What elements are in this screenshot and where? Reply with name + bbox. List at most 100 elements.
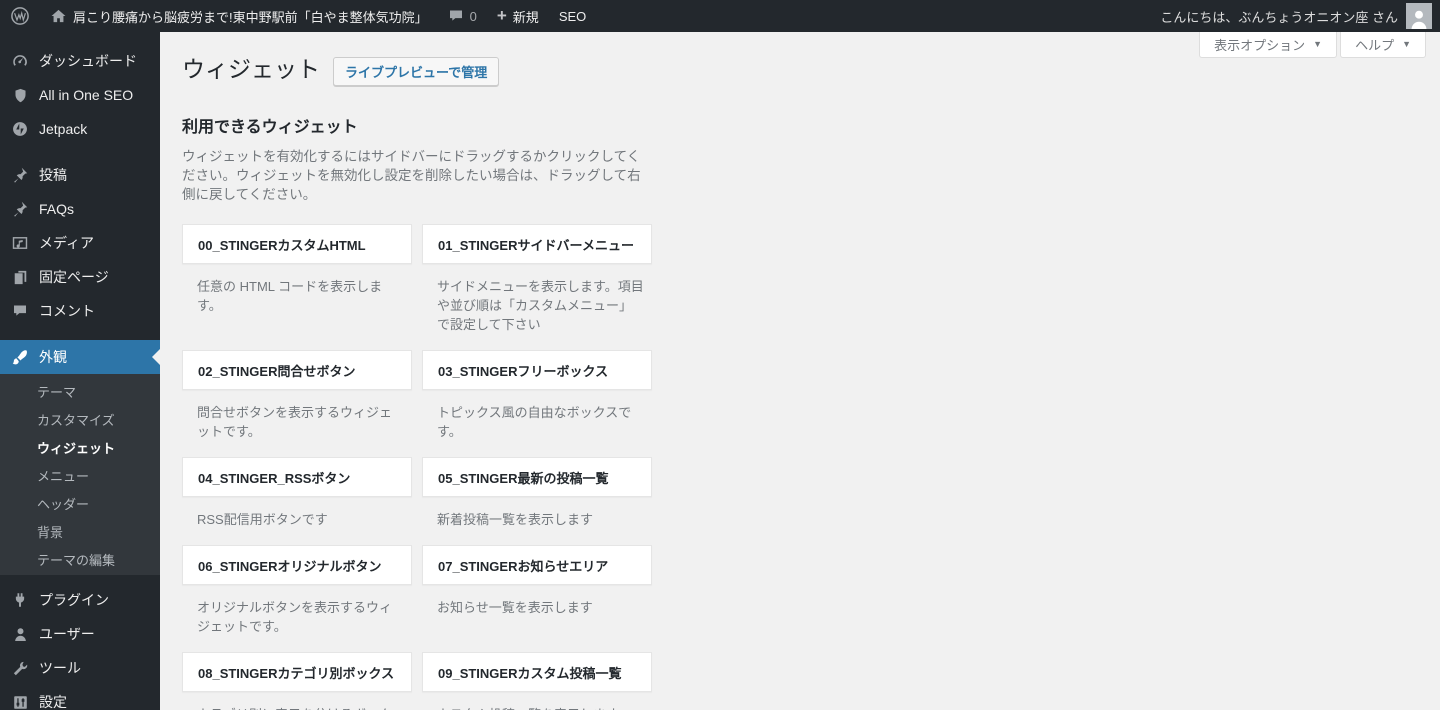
widget-description: オリジナルボタンを表示するウィジェットです。 — [197, 600, 393, 634]
widget-description: サイドメニューを表示します。項目や並び順は「カスタムメニュー」で設定して下さい — [437, 279, 644, 332]
site-name-link[interactable]: 肩こり腰痛から脳疲労まで!東中野駅前「白やま整体気功院」 — [40, 0, 438, 32]
widget-cell: 09_STINGERカスタム投稿一覧 カスタム投稿一覧を表示します — [422, 652, 652, 710]
adminbar-new-button[interactable]: + 新規 — [487, 0, 549, 32]
widget-description: トピックス風の自由なボックスです。 — [437, 405, 632, 439]
sidebar-item-jetpack[interactable]: Jetpack — [0, 112, 160, 146]
widget-title: 00_STINGERカスタムHTML — [198, 237, 366, 253]
sidebar-item-plugins[interactable]: プラグイン — [0, 583, 160, 617]
widget-description: お知らせ一覧を表示します — [437, 600, 593, 615]
widget-card[interactable]: 04_STINGER_RSSボタン — [182, 457, 412, 497]
sidebar-item-label: メディア — [39, 235, 95, 251]
help-label: ヘルプ — [1355, 37, 1395, 53]
site-title: 肩こり腰痛から脳疲労まで!東中野駅前「白やま整体気功院」 — [73, 9, 428, 25]
avatar[interactable] — [1406, 3, 1432, 29]
manage-live-preview-button[interactable]: ライブプレビューで管理 — [333, 57, 500, 86]
admin-content-area: 表示オプション ▼ ヘルプ ▼ ウィジェット ライブプレビューで管理 利用できる… — [160, 32, 1440, 710]
sidebar-item-appearance[interactable]: 外観 — [0, 340, 160, 374]
plus-icon: + — [496, 5, 507, 25]
sidebar-item-label: プラグイン — [39, 592, 109, 608]
available-widgets-title: 利用できるウィジェット — [182, 119, 358, 136]
widget-card[interactable]: 06_STINGERオリジナルボタン — [182, 545, 412, 585]
screen-options-button[interactable]: 表示オプション ▼ — [1199, 32, 1338, 58]
screen-options-label: 表示オプション — [1214, 37, 1306, 53]
wordpress-logo-icon[interactable] — [0, 0, 40, 32]
admin-side-menu: ダッシュボード All in One SEO Jetpack 投稿 FAQs メ… — [0, 32, 160, 710]
sidebar-item-label: 設定 — [39, 694, 67, 710]
sidebar-item-label: コメント — [39, 303, 95, 319]
widget-cell: 06_STINGERオリジナルボタン オリジナルボタンを表示するウィジェットです… — [182, 545, 412, 636]
user-greeting[interactable]: こんにちは、ぶんちょうオニオン座 さん — [1160, 7, 1398, 26]
submenu-item-background[interactable]: 背景 — [0, 519, 160, 547]
page-title: ウィジェット — [182, 56, 320, 83]
widget-title: 03_STINGERフリーボックス — [438, 363, 609, 379]
widget-card[interactable]: 00_STINGERカスタムHTML — [182, 224, 412, 264]
widget-description: カテゴリ別に表示を分けるボックスです。※コンテンツ内 — [197, 705, 404, 710]
sidebar-item-faqs[interactable]: FAQs — [0, 192, 160, 226]
widget-description: カスタム投稿一覧を表示します — [437, 705, 644, 710]
sidebar-item-all-in-one-seo[interactable]: All in One SEO — [0, 78, 160, 112]
pin-icon — [10, 199, 30, 219]
submenu-item-header[interactable]: ヘッダー — [0, 491, 160, 519]
screen-meta-links: 表示オプション ▼ ヘルプ ▼ — [1199, 32, 1426, 58]
adminbar-seo-button[interactable]: SEO — [549, 0, 596, 32]
widget-card[interactable]: 07_STINGERお知らせエリア — [422, 545, 652, 585]
comment-icon — [10, 301, 30, 321]
adminbar-comments[interactable]: 0 — [438, 0, 487, 32]
menu-separator — [0, 575, 160, 583]
available-widgets-grid: 00_STINGERカスタムHTML 任意の HTML コードを表示します。 0… — [182, 224, 1440, 710]
sidebar-item-label: 固定ページ — [39, 269, 109, 285]
admin-bar-left: 肩こり腰痛から脳疲労まで!東中野駅前「白やま整体気功院」 0 + 新規 SEO — [0, 0, 596, 32]
sidebar-item-label: Jetpack — [39, 121, 88, 137]
sidebar-item-tools[interactable]: ツール — [0, 651, 160, 685]
sidebar-item-label: 外観 — [39, 349, 67, 365]
home-icon — [50, 8, 67, 25]
widget-cell: 05_STINGER最新の投稿一覧 新着投稿一覧を表示します — [422, 457, 652, 529]
comments-icon — [448, 8, 464, 24]
widget-card[interactable]: 08_STINGERカテゴリ別ボックス — [182, 652, 412, 692]
sidebar-item-posts[interactable]: 投稿 — [0, 158, 160, 192]
widget-card[interactable]: 03_STINGERフリーボックス — [422, 350, 652, 390]
submenu-item-customize[interactable]: カスタマイズ — [0, 407, 160, 435]
appearance-submenu: テーマ カスタマイズ ウィジェット メニュー ヘッダー 背景 テーマの編集 — [0, 374, 160, 575]
sidebar-item-dashboard[interactable]: ダッシュボード — [0, 44, 160, 78]
widget-description: 新着投稿一覧を表示します — [437, 512, 594, 527]
pages-icon — [10, 267, 30, 287]
widget-cell: 00_STINGERカスタムHTML 任意の HTML コードを表示します。 — [182, 224, 412, 315]
widget-title: 08_STINGERカテゴリ別ボックス — [198, 665, 395, 681]
sidebar-item-label: 投稿 — [39, 167, 67, 183]
widget-description: 問合せボタンを表示するウィジェットです。 — [197, 405, 393, 439]
page-header: ウィジェット ライブプレビューで管理 — [182, 54, 1440, 86]
sidebar-item-media[interactable]: メディア — [0, 226, 160, 260]
help-button[interactable]: ヘルプ ▼ — [1340, 32, 1426, 58]
new-label: 新規 — [512, 9, 539, 25]
paintbrush-icon — [10, 347, 30, 367]
widget-card[interactable]: 09_STINGERカスタム投稿一覧 — [422, 652, 652, 692]
submenu-item-menus[interactable]: メニュー — [0, 463, 160, 491]
sidebar-item-label: All in One SEO — [39, 87, 134, 103]
shield-icon — [10, 85, 30, 105]
chevron-down-icon: ▼ — [1402, 39, 1411, 49]
widget-title: 09_STINGERカスタム投稿一覧 — [438, 665, 622, 681]
admin-bar: 肩こり腰痛から脳疲労まで!東中野駅前「白やま整体気功院」 0 + 新規 SEO … — [0, 0, 1440, 32]
submenu-item-widgets[interactable]: ウィジェット — [0, 435, 160, 463]
sidebar-item-comments[interactable]: コメント — [0, 294, 160, 328]
submenu-item-editor[interactable]: テーマの編集 — [0, 547, 160, 575]
sidebar-item-pages[interactable]: 固定ページ — [0, 260, 160, 294]
submenu-item-themes[interactable]: テーマ — [0, 379, 160, 407]
sidebar-item-label: ツール — [39, 660, 81, 676]
widget-cell: 03_STINGERフリーボックス トピックス風の自由なボックスです。 — [422, 350, 652, 441]
chevron-down-icon: ▼ — [1313, 39, 1323, 49]
jetpack-icon — [10, 119, 30, 139]
widget-cell: 04_STINGER_RSSボタン RSS配信用ボタンです — [182, 457, 412, 529]
available-widgets-description: ウィジェットを有効化するにはサイドバーにドラッグするかクリックしてください。ウィ… — [182, 149, 641, 202]
widget-card[interactable]: 05_STINGER最新の投稿一覧 — [422, 457, 652, 497]
user-icon — [10, 624, 30, 644]
widget-card[interactable]: 01_STINGERサイドバーメニュー — [422, 224, 652, 264]
sidebar-item-settings[interactable]: 設定 — [0, 685, 160, 710]
widget-card[interactable]: 02_STINGER問合せボタン — [182, 350, 412, 390]
sidebar-item-label: ユーザー — [39, 626, 95, 642]
menu-separator — [0, 328, 160, 340]
admin-bar-right: こんにちは、ぶんちょうオニオン座 さん — [1160, 0, 1440, 32]
sidebar-item-users[interactable]: ユーザー — [0, 617, 160, 651]
menu-separator — [0, 146, 160, 158]
